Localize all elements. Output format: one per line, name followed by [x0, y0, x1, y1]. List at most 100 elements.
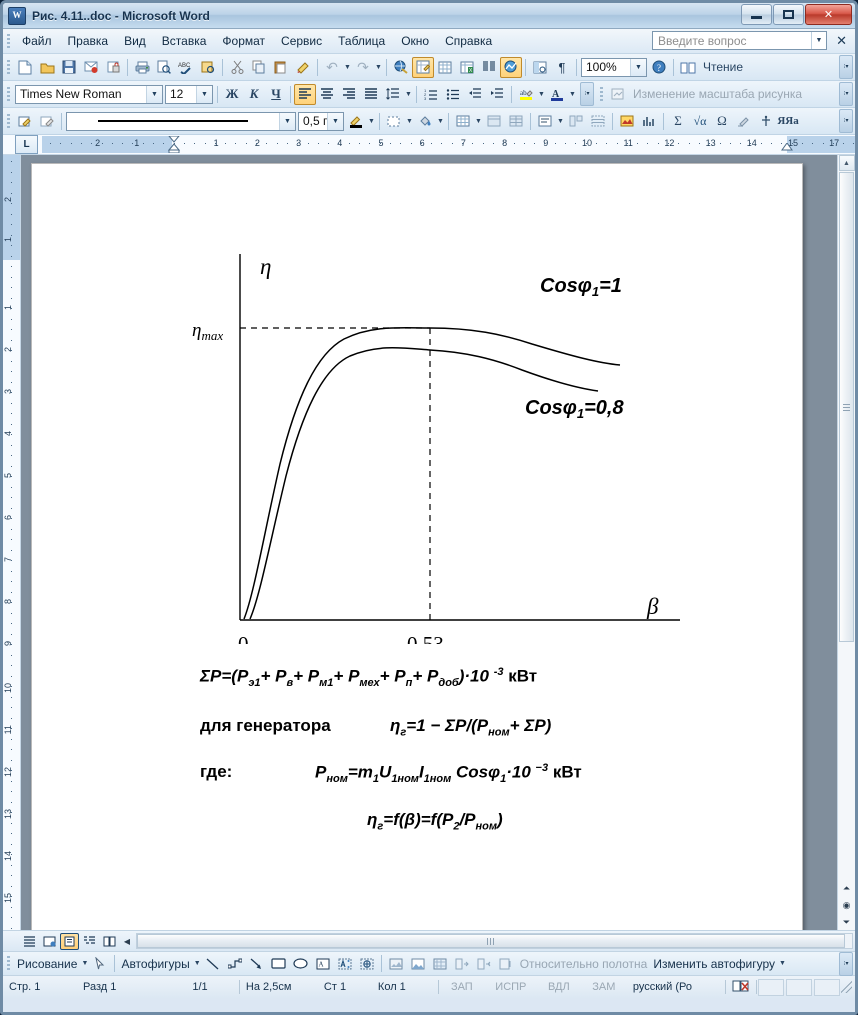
draw-menu-button[interactable]: Рисование	[14, 957, 80, 971]
dash-style-icon[interactable]	[383, 111, 405, 132]
insert-footnote-icon[interactable]	[755, 111, 777, 132]
menu-format[interactable]: Формат	[214, 31, 273, 51]
show-formatting-icon[interactable]: ¶	[551, 57, 573, 78]
line-spacing-dropdown-icon[interactable]: ▼	[404, 91, 413, 98]
text-direction-dropdown-icon[interactable]: ▼	[556, 118, 565, 125]
spelling-status-icon[interactable]	[726, 979, 756, 996]
horizontal-scroll-thumb[interactable]	[137, 934, 845, 948]
tab-selector-button[interactable]: L	[15, 135, 38, 154]
left-indent-marker[interactable]	[167, 136, 181, 153]
chevron-down-icon[interactable]: ▼	[811, 32, 826, 49]
drawing-toolbar-overflow-button[interactable]: ⁝▾	[839, 951, 853, 976]
cut-icon[interactable]	[226, 57, 248, 78]
horizontal-ruler[interactable]: L 211234567891011121314151718	[3, 135, 855, 155]
reading-layout-view-icon[interactable]	[100, 933, 119, 950]
new-document-icon[interactable]	[14, 57, 36, 78]
highlight-dropdown-icon[interactable]: ▼	[537, 91, 546, 98]
ask-a-question-box[interactable]: Введите вопрос ▼	[652, 31, 827, 50]
line-color-dropdown-icon[interactable]: ▼	[367, 118, 376, 125]
paste-icon[interactable]	[270, 57, 292, 78]
distribute-objects-icon[interactable]	[473, 953, 495, 974]
line-color-icon[interactable]	[345, 111, 367, 132]
efficiency-function-formula[interactable]: ηг=f(β)=f(P2/Pном)	[367, 810, 503, 832]
shading-icon[interactable]	[733, 111, 755, 132]
zoom-combo[interactable]: 100% ▼	[581, 57, 647, 77]
status-language[interactable]: русский (Ро	[627, 981, 725, 993]
split-cells-icon[interactable]	[505, 111, 527, 132]
formatting-toolbar-overflow-button[interactable]: ⁝▾	[580, 82, 594, 106]
line-style-combo[interactable]: ▼	[66, 111, 296, 131]
fill-color-icon[interactable]	[414, 111, 436, 132]
document-page[interactable]: η β ηmax 0 0,53 Cosφ1=1 Cosφ1=0,8 ΣP=(Pэ…	[31, 163, 803, 930]
scroll-left-button[interactable]: ◀	[120, 937, 134, 946]
picture-scale-icon[interactable]	[607, 84, 629, 105]
permission-icon[interactable]	[102, 57, 124, 78]
scroll-up-button[interactable]: ▲	[838, 155, 855, 171]
autoshapes-dropdown-icon[interactable]: ▼	[193, 960, 202, 967]
rotate-objects-icon[interactable]	[495, 953, 517, 974]
status-ext[interactable]: ВДЛ	[537, 981, 581, 993]
chevron-down-icon[interactable]: ▼	[279, 112, 295, 130]
chevron-down-icon[interactable]: ▼	[327, 112, 343, 130]
generator-label[interactable]: для генератора	[200, 716, 331, 736]
select-objects-icon[interactable]	[89, 953, 111, 974]
relative-to-canvas-label[interactable]: Относительно полотна	[517, 957, 651, 971]
insert-picture-icon[interactable]	[407, 953, 429, 974]
arrow-icon[interactable]	[246, 953, 268, 974]
insert-symbol-button[interactable]: Ω	[711, 111, 733, 132]
line-spacing-icon[interactable]	[382, 84, 404, 105]
reading-icon[interactable]	[677, 57, 699, 78]
select-browse-object-down-icon[interactable]: ⏷	[839, 915, 854, 930]
vertical-scroll-thumb[interactable]	[839, 172, 854, 642]
reset-picture-icon[interactable]	[36, 111, 58, 132]
diagram-icon[interactable]	[356, 953, 378, 974]
align-right-icon[interactable]	[338, 84, 360, 105]
drawing-toolbar-grip[interactable]	[7, 956, 10, 971]
insert-formula-button[interactable]: √α	[689, 111, 711, 132]
redo-dropdown-icon[interactable]: ▼	[374, 64, 383, 71]
formatting-toolbar-grip[interactable]	[7, 86, 10, 102]
change-autoshape-button[interactable]: Изменить автофигуру	[650, 957, 778, 971]
underline-button[interactable]: Ч	[265, 84, 287, 105]
minimize-button[interactable]	[741, 4, 772, 25]
insert-excel-sheet-icon[interactable]: X	[456, 57, 478, 78]
reading-label[interactable]: Чтение	[699, 60, 747, 74]
status-trk[interactable]: ИСПР	[485, 981, 537, 993]
document-map-icon[interactable]	[529, 57, 551, 78]
align-justify-icon[interactable]	[360, 84, 382, 105]
chevron-down-icon[interactable]: ▼	[630, 58, 646, 76]
align-center-icon[interactable]	[316, 84, 338, 105]
efficiency-curve-figure[interactable]: η β ηmax 0 0,53 Cosφ1=1 Cosφ1=0,8	[32, 164, 802, 644]
highlight-color-icon[interactable]: ab	[515, 84, 537, 105]
vertical-scrollbar[interactable]: ▲ ⏶ ◉ ⏷	[837, 155, 855, 930]
decrease-indent-icon[interactable]	[464, 84, 486, 105]
resize-grip-icon[interactable]	[840, 981, 852, 993]
tables-and-borders-icon[interactable]	[412, 56, 434, 78]
draw-menu-dropdown-icon[interactable]: ▼	[80, 960, 89, 967]
undo-icon[interactable]: ↶	[321, 57, 343, 78]
font-size-combo[interactable]: 12 ▼	[165, 84, 213, 104]
insert-table-icon[interactable]	[434, 57, 456, 78]
table-dropdown-icon[interactable]: ▼	[474, 118, 483, 125]
undo-dropdown-icon[interactable]: ▼	[343, 64, 352, 71]
autosum-button[interactable]: Σ	[667, 111, 689, 132]
menu-help[interactable]: Справка	[437, 31, 500, 51]
font-color-dropdown-icon[interactable]: ▼	[568, 91, 577, 98]
picture-toolbar-grip[interactable]	[600, 86, 603, 102]
select-browse-object-icon[interactable]: ◉	[839, 898, 854, 913]
picture-toolbar-overflow-button[interactable]: ⁝▾	[839, 82, 853, 106]
align-objects-right-icon[interactable]	[451, 953, 473, 974]
columns-icon[interactable]	[478, 57, 500, 78]
status-ovr[interactable]: ЗАМ	[581, 981, 627, 993]
bold-button[interactable]: Ж	[221, 84, 243, 105]
text-direction-icon[interactable]	[534, 111, 556, 132]
right-indent-marker[interactable]	[781, 142, 793, 153]
ruler-strip[interactable]: 211234567891011121314151718	[42, 136, 855, 153]
tables-toolbar-overflow-button[interactable]: ⁝▾	[839, 109, 853, 133]
spelling-icon[interactable]: ABC	[175, 57, 197, 78]
save-icon[interactable]	[58, 57, 80, 78]
redo-icon[interactable]: ↷	[352, 57, 374, 78]
open-folder-icon[interactable]	[36, 57, 58, 78]
align-left-icon[interactable]	[294, 83, 316, 105]
vertical-ruler[interactable]: 211234567891011121314151617	[3, 155, 21, 930]
